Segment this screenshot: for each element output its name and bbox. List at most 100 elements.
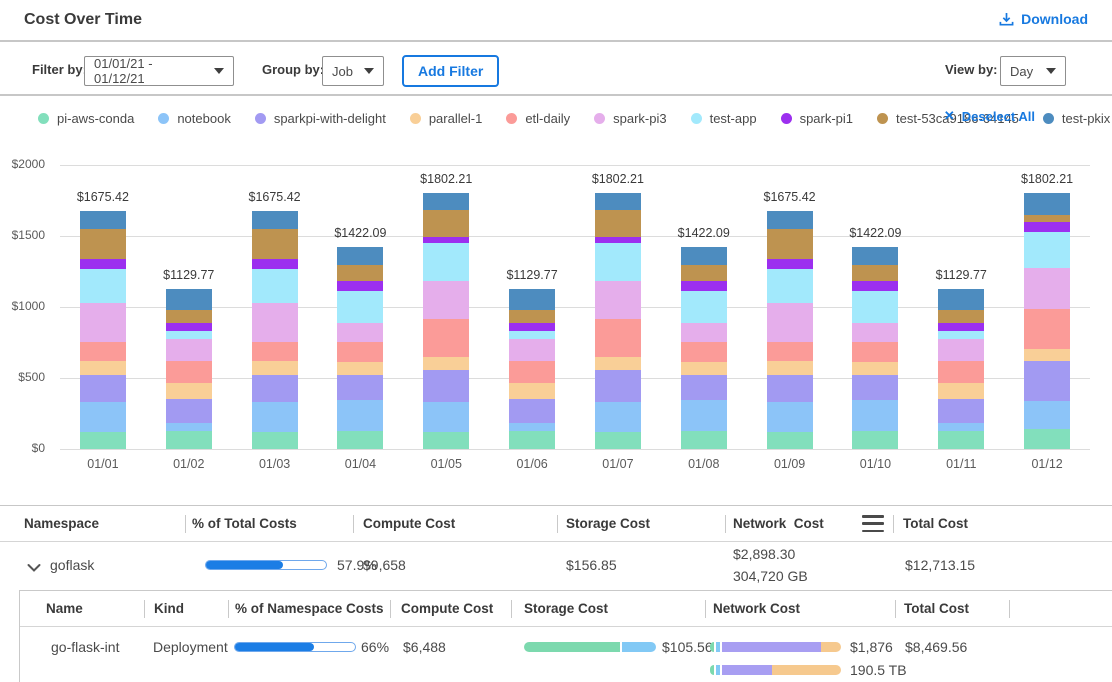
legend-item-notebook[interactable]: notebook [158,111,231,126]
chevron-down-icon [364,68,374,74]
legend-label: etl-daily [525,111,570,126]
legend-item-test-pkix[interactable]: test-pkix [1043,111,1110,126]
stacked-bar-01/12[interactable] [1024,193,1070,449]
stacked-bar-01/04[interactable] [337,247,383,449]
storage-cost-value: $105.56 [662,639,713,655]
bar-segment-sparkpi-with-delight [80,375,126,402]
legend-item-spark-pi3[interactable]: spark-pi3 [594,111,666,126]
chevron-down-icon[interactable] [27,560,41,578]
bar-segment-spark-pi1 [852,281,898,291]
bar-segment-test-app [1024,232,1070,268]
bar-segment-spark-pi3 [509,339,555,361]
stacked-bar-01/06[interactable] [509,289,555,449]
column-settings-icon[interactable] [862,515,884,532]
col-compute-cost: Compute Cost [363,516,455,531]
x-axis-tick: 01/05 [406,457,486,471]
stacked-bar-01/09[interactable] [767,211,813,449]
col-pct-total: % of Total Costs [192,516,297,531]
x-axis-tick: 01/07 [578,457,658,471]
bar-total-label: $1422.09 [664,226,744,240]
legend-label: parallel-1 [429,111,482,126]
network-cost-value: $2,898.30 [733,546,795,562]
date-range-value: 01/01/21 - 01/12/21 [94,56,204,86]
legend-item-etl-daily[interactable]: etl-daily [506,111,570,126]
legend-item-test-app[interactable]: test-app [691,111,757,126]
pct-total-progress [205,560,327,570]
download-label: Download [1021,11,1088,27]
bar-segment-spark-pi3 [252,303,298,343]
bar-segment-etl-daily [509,361,555,382]
col-total-cost: Total Cost [904,601,969,616]
deselect-all-button[interactable]: ✕ Deselect All [944,108,1035,124]
legend-dot-icon [410,113,421,124]
stacked-bar-01/03[interactable] [252,211,298,449]
bar-segment-test-pkix [1024,193,1070,215]
mini-bar-segment [716,665,720,675]
col-storage-cost: Storage Cost [566,516,650,531]
gridline-$500 [60,378,1090,379]
table-row-go-flask-int[interactable]: go-flask-int Deployment 66% $6,488 $105.… [20,627,1112,682]
legend-label: spark-pi1 [800,111,853,126]
bar-segment-pi-aws-conda [852,431,898,449]
close-icon: ✕ [944,108,955,124]
add-filter-button[interactable]: Add Filter [402,55,499,87]
col-compute-cost: Compute Cost [401,601,493,616]
bar-segment-pi-aws-conda [681,431,727,449]
legend-item-spark-pi1[interactable]: spark-pi1 [781,111,853,126]
bar-segment-spark-pi1 [1024,222,1070,233]
workload-table: Name Kind % of Namespace Costs Compute C… [19,590,1112,682]
view-by-select[interactable]: Day [1000,56,1066,86]
legend-item-pi-aws-conda[interactable]: pi-aws-conda [38,111,134,126]
stacked-bar-01/08[interactable] [681,247,727,449]
bar-segment-sparkpi-with-delight [767,375,813,402]
bar-segment-notebook [767,402,813,432]
network-cost-bar [710,642,841,652]
group-by-select[interactable]: Job [322,56,384,86]
table-row-goflask[interactable]: goflask 57.9% $9,658 $156.85 $2,898.30 3… [0,542,1112,590]
chart-legend: pi-aws-conda notebook sparkpi-with-delight… [0,96,1112,140]
download-button[interactable]: Download [999,11,1088,27]
bar-segment-test-53ca9186-64145 [938,310,984,323]
column-divider [511,600,512,618]
bar-segment-sparkpi-with-delight [166,399,212,423]
stacked-bar-01/10[interactable] [852,247,898,449]
bar-total-label: $1802.21 [1007,172,1087,186]
bar-segment-test-53ca9186-64145 [852,265,898,281]
date-range-select[interactable]: 01/01/21 - 01/12/21 [84,56,234,86]
mini-bar-segment [722,642,821,652]
network-usage-value: 190.5 TB [850,662,907,678]
stacked-bar-01/05[interactable] [423,193,469,449]
bar-segment-spark-pi3 [166,339,212,361]
legend-item-parallel-1[interactable]: parallel-1 [410,111,482,126]
bar-segment-test-pkix [166,289,212,310]
bar-segment-spark-pi3 [423,281,469,318]
stacked-bar-01/02[interactable] [166,289,212,449]
stacked-bar-01/01[interactable] [80,211,126,449]
stacked-bar-01/07[interactable] [595,193,641,449]
bar-segment-spark-pi3 [80,303,126,343]
pct-namespace-progress-fill [235,643,314,651]
pct-total-progress-fill [206,561,283,569]
total-cost-value: $8,469.56 [905,639,967,655]
x-axis-tick: 01/01 [63,457,143,471]
bar-total-label: $1129.77 [921,268,1001,282]
bar-segment-parallel-1 [423,357,469,370]
mini-bar-segment [622,642,656,652]
bar-total-label: $1802.21 [406,172,486,186]
stacked-bar-01/11[interactable] [938,289,984,449]
bar-segment-notebook [423,402,469,432]
x-axis-tick: 01/06 [492,457,572,471]
legend-item-sparkpi-with-delight[interactable]: sparkpi-with-delight [255,111,386,126]
bar-total-label: $1129.77 [149,268,229,282]
legend-dot-icon [38,113,49,124]
mini-bar-segment [710,642,714,652]
view-by-label: View by: [945,62,998,77]
bar-total-label: $1129.77 [492,268,572,282]
bar-segment-spark-pi1 [252,259,298,269]
col-pct-namespace: % of Namespace Costs [235,601,384,616]
column-divider [725,515,726,533]
bar-segment-etl-daily [681,342,727,363]
bar-segment-test-53ca9186-64145 [767,229,813,259]
x-axis-tick: 01/04 [320,457,400,471]
bar-segment-notebook [252,402,298,432]
